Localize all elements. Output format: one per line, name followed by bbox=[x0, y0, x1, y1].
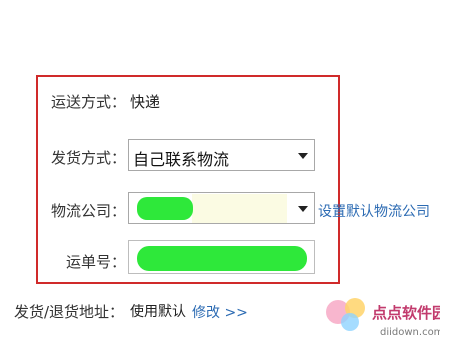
watermark-brand: 点点软件园 bbox=[372, 304, 440, 322]
chevron-down-icon bbox=[298, 153, 308, 159]
address-value: 使用默认 bbox=[130, 304, 186, 320]
shipping-method-value: 快递 bbox=[130, 93, 161, 111]
watermark-site: diidown.com bbox=[380, 327, 440, 338]
logistics-company-label: 物流公司： bbox=[51, 202, 127, 220]
redacted-waybill-number bbox=[137, 246, 307, 271]
watermark-logo: 点点软件园 diidown.com bbox=[326, 298, 440, 338]
logistics-company-select[interactable] bbox=[128, 192, 315, 224]
waybill-input[interactable] bbox=[128, 240, 315, 274]
delivery-method-label: 发货方式： bbox=[51, 149, 127, 167]
waybill-label: 运单号： bbox=[66, 253, 127, 271]
chevron-down-icon bbox=[298, 206, 308, 212]
address-label: 发货/退货地址： bbox=[14, 303, 125, 321]
select-background bbox=[192, 194, 287, 223]
delivery-method-select[interactable]: 自己联系物流 bbox=[128, 139, 315, 171]
delivery-method-value: 自己联系物流 bbox=[133, 150, 230, 169]
set-default-logistics-link[interactable]: 设置默认物流公司 bbox=[318, 201, 430, 221]
edit-address-link[interactable]: 修改 >> bbox=[192, 302, 248, 322]
redacted-company-name bbox=[137, 197, 193, 220]
shipping-method-label: 运送方式： bbox=[51, 93, 127, 111]
